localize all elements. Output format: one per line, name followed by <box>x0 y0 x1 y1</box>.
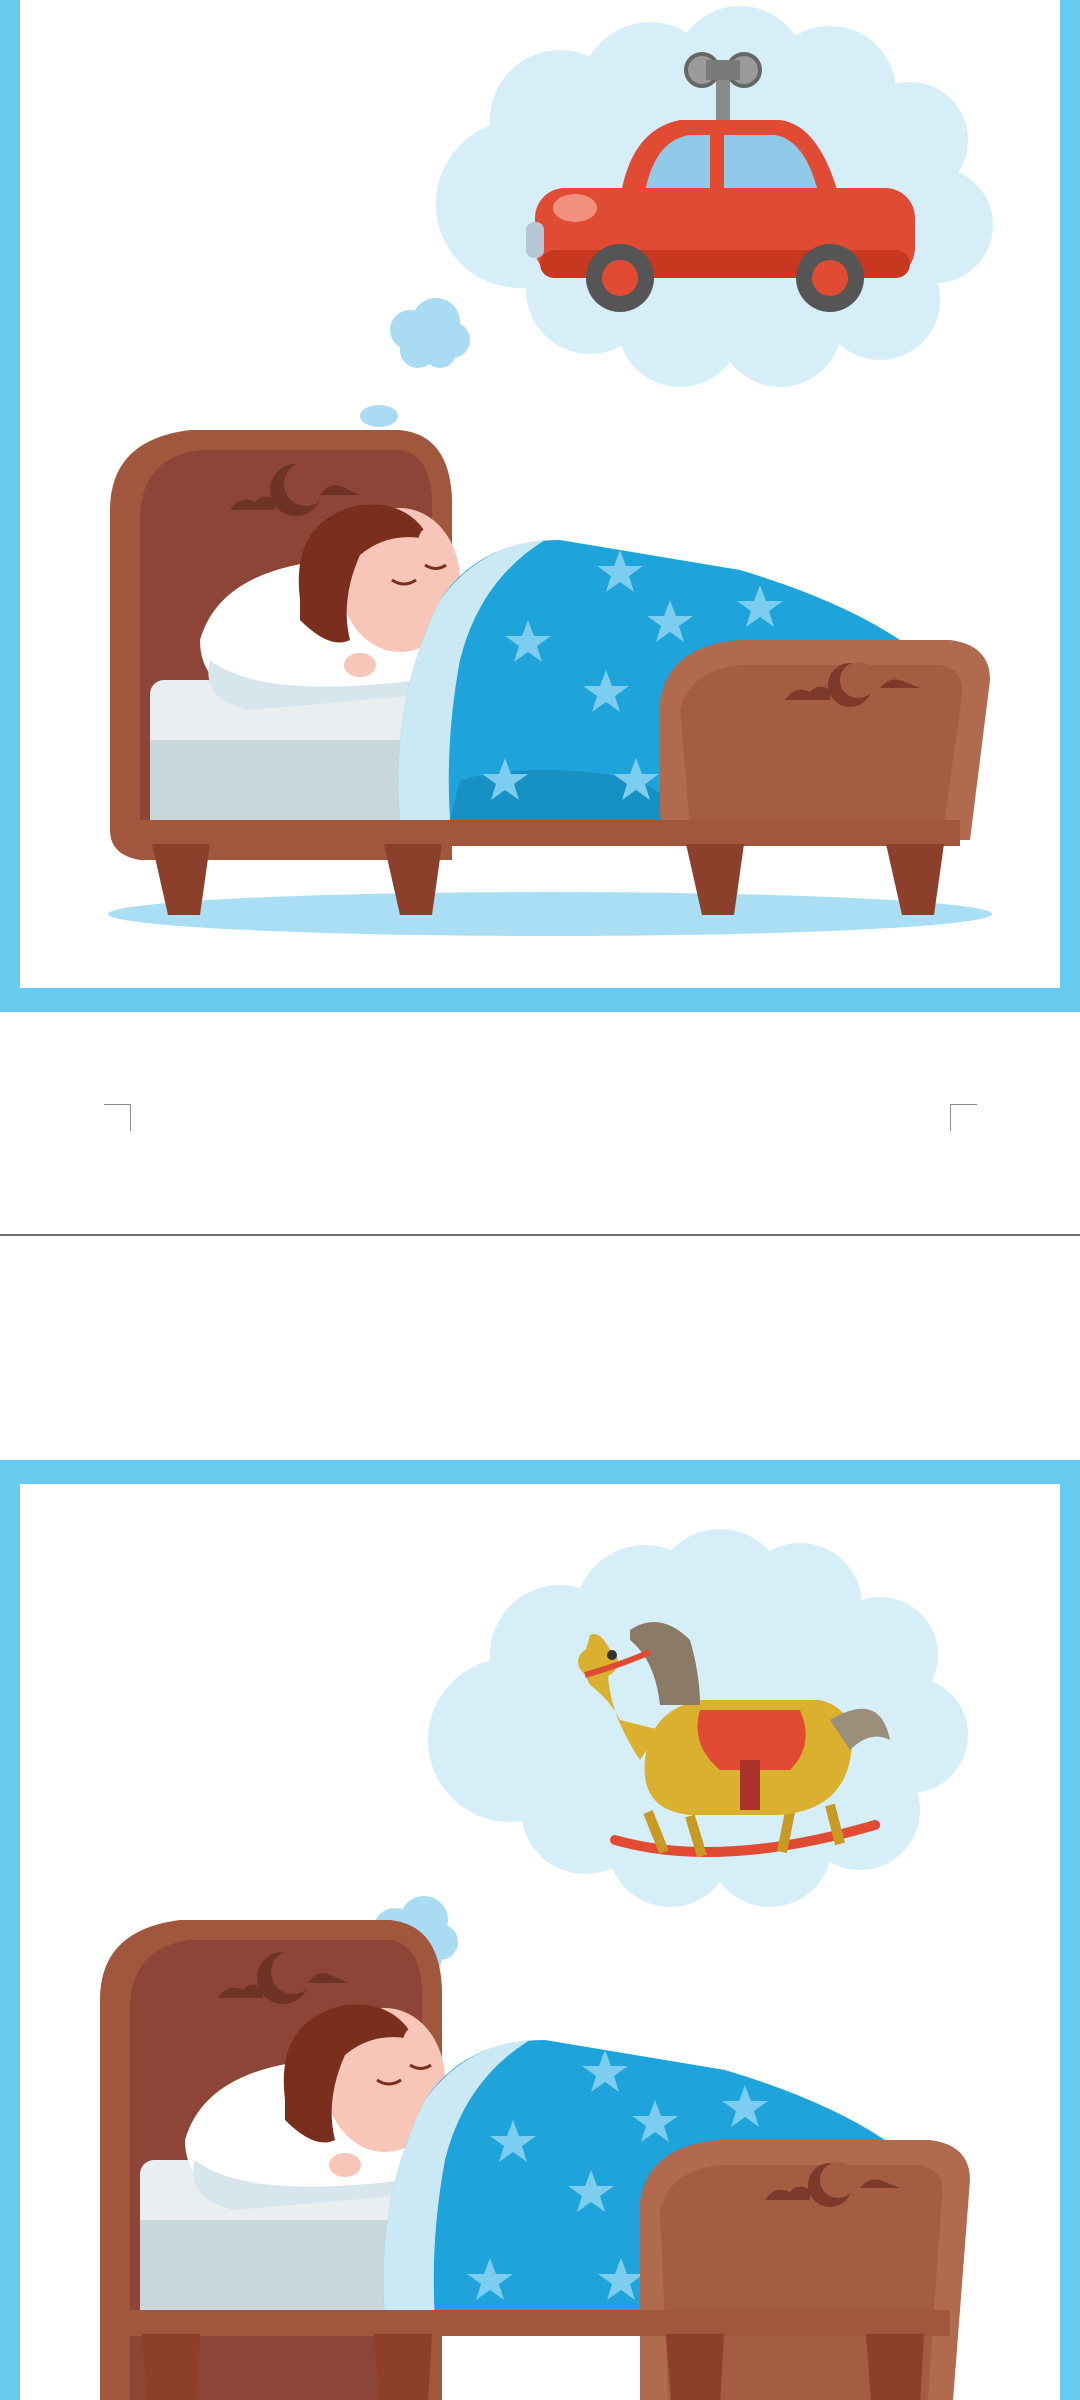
document-page-2 <box>0 1236 1080 2400</box>
small-dream-bubble <box>390 298 470 368</box>
crop-mark-top-left <box>104 1104 131 1131</box>
document-page-1 <box>0 0 1080 1234</box>
sleeping-boy-dreaming-car-illustration <box>108 6 993 936</box>
tiny-dream-bubble <box>360 405 398 427</box>
crop-mark-top-right <box>950 1104 977 1131</box>
illustration-frame <box>0 1460 1080 2400</box>
bed <box>100 1920 970 2400</box>
illustration-frame <box>0 0 1080 1012</box>
sleeping-boy-dreaming-horse-illustration <box>100 1529 970 2400</box>
floor-shadow <box>108 892 992 936</box>
bed <box>110 430 990 915</box>
